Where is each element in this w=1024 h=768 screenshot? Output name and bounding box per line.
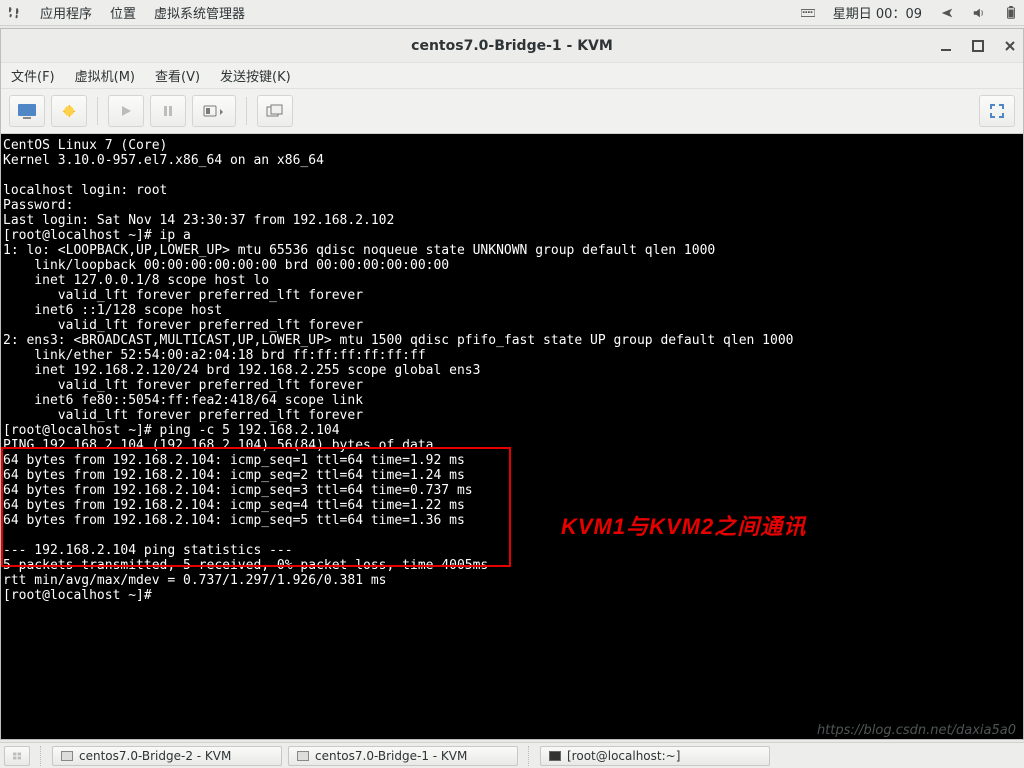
task-label: centos7.0-Bridge-2 - KVM bbox=[79, 749, 231, 763]
airplane-mode-icon[interactable] bbox=[940, 6, 954, 20]
task-vm1[interactable]: centos7.0-Bridge-1 - KVM bbox=[288, 746, 518, 766]
taskbar-separator bbox=[528, 746, 530, 766]
clock[interactable]: 星期日 00：09 bbox=[833, 3, 922, 22]
os-bottom-taskbar: centos7.0-Bridge-2 - KVM centos7.0-Bridg… bbox=[0, 742, 1024, 768]
maximize-button[interactable] bbox=[971, 39, 985, 53]
close-button[interactable] bbox=[1003, 39, 1017, 53]
keyboard-layout-icon[interactable] bbox=[801, 6, 815, 20]
toolbar-separator bbox=[97, 97, 98, 125]
details-button[interactable] bbox=[51, 95, 87, 127]
view-menu[interactable]: 查看(V) bbox=[155, 66, 200, 85]
vm-menu[interactable]: 虚拟机(M) bbox=[75, 66, 135, 85]
watermark: https://blog.csdn.net/daxia5a0 bbox=[817, 723, 1016, 738]
task-terminal[interactable]: [root@localhost:~] bbox=[540, 746, 770, 766]
taskbar-separator bbox=[40, 746, 42, 766]
pause-button[interactable] bbox=[150, 95, 186, 127]
terminal-icon bbox=[549, 751, 561, 761]
console-button[interactable] bbox=[9, 95, 45, 127]
file-menu[interactable]: 文件(F) bbox=[11, 66, 55, 85]
volume-icon[interactable] bbox=[972, 6, 986, 20]
task-vm2[interactable]: centos7.0-Bridge-2 - KVM bbox=[52, 746, 282, 766]
fullscreen-button[interactable] bbox=[979, 95, 1015, 127]
show-desktop-button[interactable] bbox=[4, 746, 30, 766]
places-menu[interactable]: 位置 bbox=[110, 3, 136, 22]
battery-icon[interactable] bbox=[1004, 6, 1018, 20]
guest-terminal[interactable]: CentOS Linux 7 (Core) Kernel 3.10.0-957.… bbox=[1, 134, 1023, 739]
menu-bar: 文件(F) 虚拟机(M) 查看(V) 发送按键(K) bbox=[1, 63, 1023, 89]
toolbar-separator bbox=[246, 97, 247, 125]
snapshots-button[interactable] bbox=[257, 95, 293, 127]
vmm-menu[interactable]: 虚拟系统管理器 bbox=[154, 3, 245, 22]
run-button[interactable] bbox=[108, 95, 144, 127]
task-label: [root@localhost:~] bbox=[567, 749, 680, 763]
minimize-button[interactable] bbox=[939, 39, 953, 53]
window-icon bbox=[61, 751, 73, 761]
footprint-icon[interactable] bbox=[6, 5, 22, 21]
window-icon bbox=[297, 751, 309, 761]
sendkey-menu[interactable]: 发送按键(K) bbox=[220, 66, 291, 85]
vm-viewer-window: centos7.0-Bridge-1 - KVM 文件(F) 虚拟机(M) 查看… bbox=[0, 28, 1024, 740]
shutdown-button[interactable] bbox=[192, 95, 236, 127]
window-title: centos7.0-Bridge-1 - KVM bbox=[411, 38, 613, 54]
os-top-panel: 应用程序 位置 虚拟系统管理器 星期日 00：09 bbox=[0, 0, 1024, 26]
task-label: centos7.0-Bridge-1 - KVM bbox=[315, 749, 467, 763]
annotation-text: KVM1与KVM2之间通讯 bbox=[561, 509, 806, 541]
window-titlebar[interactable]: centos7.0-Bridge-1 - KVM bbox=[1, 29, 1023, 63]
tool-bar bbox=[1, 89, 1023, 134]
applications-menu[interactable]: 应用程序 bbox=[40, 3, 92, 22]
